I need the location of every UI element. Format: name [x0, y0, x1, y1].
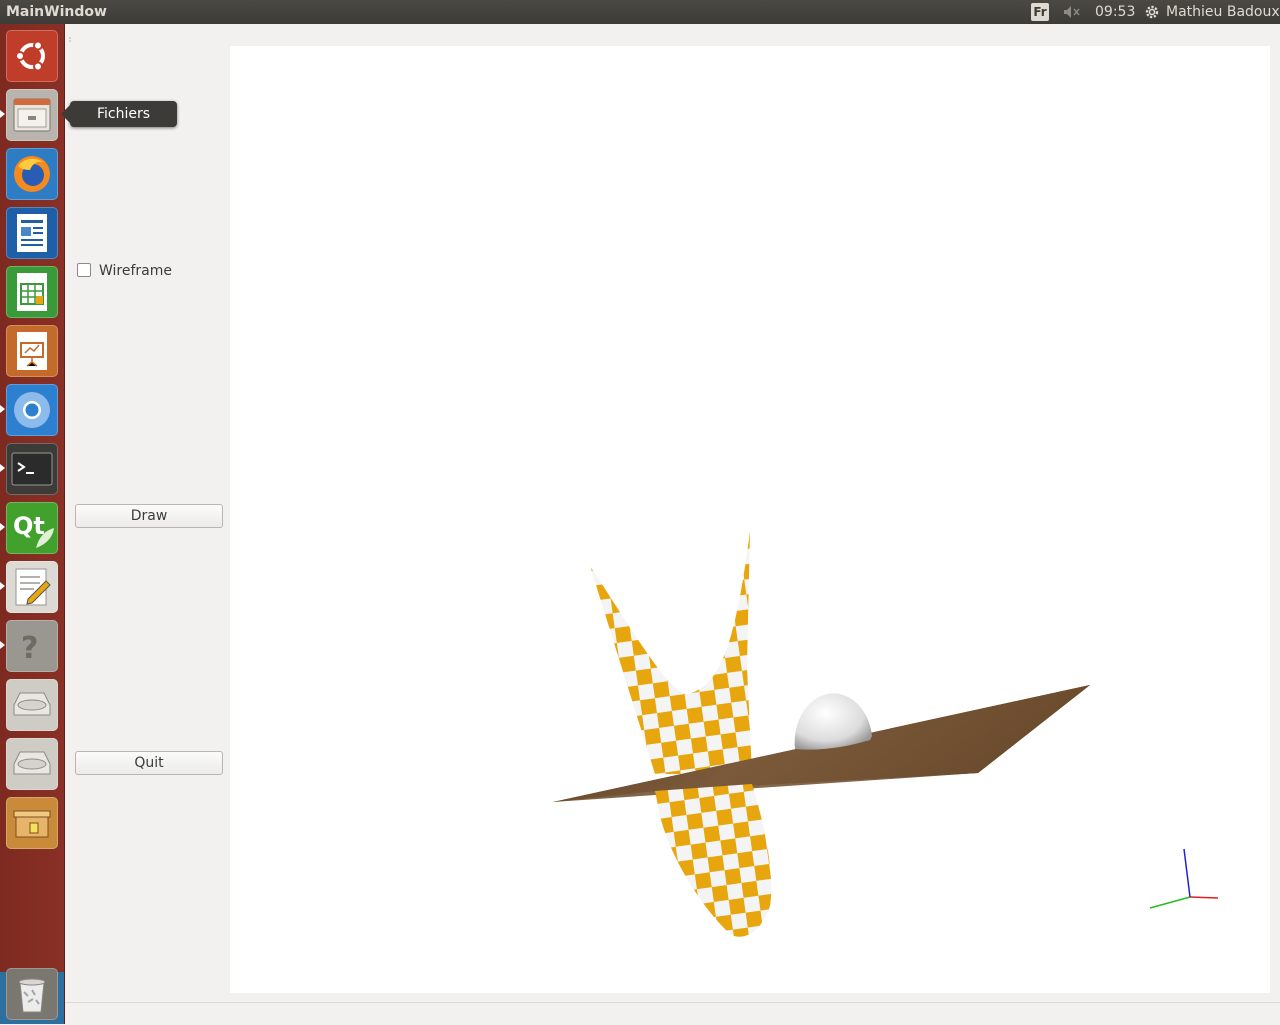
calc-spreadsheet-icon[interactable] — [6, 266, 58, 318]
chromium-icon[interactable] — [6, 384, 58, 436]
qt-icon[interactable]: Qt — [6, 502, 58, 554]
ubuntu-logo-icon[interactable] — [6, 30, 58, 82]
writer-document-icon[interactable] — [6, 207, 58, 259]
hard-drive-icon[interactable] — [6, 679, 58, 731]
help-icon[interactable]: ? — [6, 620, 58, 672]
draw-button[interactable]: Draw — [75, 504, 223, 528]
dock-grip[interactable] — [68, 27, 74, 42]
firefox-icon[interactable] — [6, 148, 58, 200]
quit-button[interactable]: Quit — [75, 751, 223, 775]
window-title: MainWindow — [6, 4, 107, 20]
white-hemisphere — [794, 693, 872, 750]
keyboard-layout-indicator[interactable]: Fr — [1031, 3, 1049, 21]
text-editor-icon[interactable] — [6, 561, 58, 613]
checkered-surface-lower — [655, 784, 772, 937]
gear-icon[interactable] — [1143, 0, 1161, 24]
wireframe-checkbox-box[interactable] — [77, 263, 91, 277]
clock[interactable]: 09:53 — [1095, 0, 1135, 24]
top-panel: MainWindow Fr 09:53 Mathieu Badoux — [0, 0, 1280, 24]
checkered-parabolic-surface — [590, 531, 752, 774]
svg-text:?: ? — [21, 631, 38, 666]
user-menu[interactable]: Mathieu Badoux — [1166, 0, 1280, 24]
status-bar — [65, 1002, 1280, 1025]
impress-presentation-icon[interactable] — [6, 325, 58, 377]
file-cabinet-icon[interactable] — [6, 89, 58, 141]
svg-text:Qt: Qt — [13, 512, 45, 540]
axis-gizmo — [1149, 848, 1219, 909]
hard-drive-icon[interactable] — [6, 738, 58, 790]
archive-box-icon[interactable] — [6, 797, 58, 849]
wireframe-checkbox[interactable]: Wireframe — [77, 262, 172, 280]
volume-muted-icon[interactable] — [1062, 0, 1082, 24]
gl-viewport[interactable] — [230, 46, 1270, 993]
launcher: Qt ? — [0, 24, 65, 1024]
launcher-tooltip: Fichiers — [61, 101, 177, 127]
trash-icon[interactable] — [6, 968, 58, 1020]
wireframe-label: Wireframe — [99, 263, 173, 279]
terminal-icon[interactable] — [6, 443, 58, 495]
